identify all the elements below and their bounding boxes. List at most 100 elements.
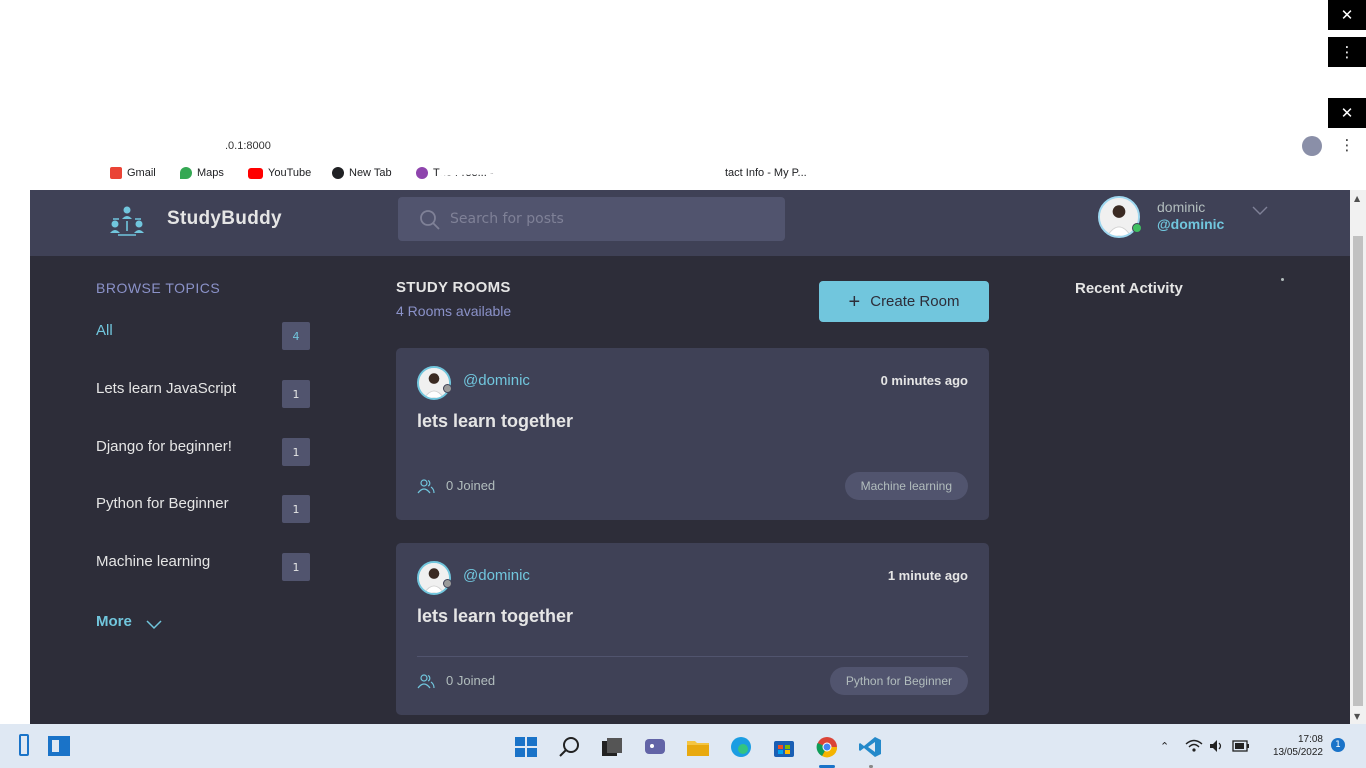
tablet-mode-icon[interactable] [19,734,29,756]
windows-taskbar: ⌃ 17:08 13/05/2022 1 [0,724,1366,768]
activity-dot [1281,278,1284,281]
avatar-photo [419,563,449,593]
bookmark-contact[interactable]: tact Info - My P... [725,167,807,179]
chevron-down-icon[interactable] [146,618,162,630]
room-title[interactable]: lets learn together [417,411,573,432]
bookmark-label: New Tab [349,167,392,179]
topic-item-all[interactable]: All 4 [96,322,310,352]
close-window-button[interactable]: ✕ [1328,0,1366,30]
file-explorer-icon[interactable] [686,736,710,758]
scrollbar-thumb[interactable] [1353,236,1363,706]
rooms-available-count: 4 Rooms available [396,303,512,319]
avatar-photo [419,368,449,398]
chevron-down-icon[interactable] [1252,204,1268,216]
user-name[interactable]: dominic [1157,199,1205,215]
topic-count: 1 [282,495,310,523]
task-view-icon[interactable] [600,736,624,758]
globe-icon [332,167,344,179]
studybuddy-app: StudyBuddy dominic @dominic BROWSE TOPIC… [30,190,1350,724]
scroll-up-icon[interactable]: ▲ [1354,194,1360,203]
room-topic-tag[interactable]: Machine learning [844,472,968,500]
room-card[interactable]: @dominic 1 minute ago lets learn togethe… [396,543,989,715]
scrollbar[interactable]: ▲ ▼ [1350,190,1366,724]
bookmark-label: Maps [197,167,224,179]
browser-menu-icon[interactable]: ⋮ [1328,130,1366,160]
bookmark-maps[interactable]: Maps [180,167,224,179]
close-tab-button[interactable]: ✕ [1328,98,1366,128]
room-card[interactable]: @dominic 0 minutes ago lets learn togeth… [396,348,989,520]
show-hidden-icons-icon[interactable]: ⌃ [1160,740,1169,753]
topic-count: 1 [282,438,310,466]
room-topic-tag[interactable]: Python for Beginner [829,667,968,695]
clock[interactable]: 17:08 13/05/2022 [1265,733,1323,759]
host-avatar[interactable] [417,366,451,400]
bookmark-youtube[interactable]: YouTube [248,167,311,179]
status-dot [443,384,452,393]
recent-activity-title: Recent Activity [1075,280,1183,297]
edge-browser-icon[interactable] [729,736,753,758]
menu-icon[interactable]: ⋮ [1328,37,1366,67]
profile-avatar-icon[interactable] [1302,136,1322,156]
topic-item-python[interactable]: Python for Beginner 1 [96,495,310,525]
topic-count: 1 [282,380,310,408]
users-icon [417,479,435,494]
scroll-down-icon[interactable]: ▼ [1354,712,1360,721]
brand-name[interactable]: StudyBuddy [167,208,282,230]
topic-label: All [96,322,113,339]
bookmarks-bar: Gmail Maps YouTube New Tab The Free... -… [0,162,1366,188]
search-icon[interactable] [558,736,582,758]
room-host[interactable]: @dominic [463,567,530,584]
logo-icon[interactable] [108,205,146,239]
user-handle[interactable]: @dominic [1157,216,1224,232]
topic-label: Lets learn JavaScript [96,380,237,397]
topic-item-machine-learning[interactable]: Machine learning 1 [96,553,310,583]
study-rooms-title: STUDY ROOMS [396,279,511,296]
bookmark-new-tab[interactable]: New Tab [332,167,392,179]
gmail-icon [110,167,122,179]
url-fragment: .0.1:8000 [225,140,271,152]
wifi-icon[interactable] [1185,739,1203,753]
clock-time: 17:08 [1297,734,1323,745]
store-icon[interactable] [772,736,796,758]
maps-icon [180,167,192,179]
bookmark-label: Gmail [127,167,156,179]
page-gutter [0,190,30,724]
topic-item-django[interactable]: Django for beginner! 1 [96,438,310,468]
room-host[interactable]: @dominic [463,372,530,389]
battery-icon[interactable] [1232,740,1250,752]
chrome-icon[interactable] [815,736,839,758]
vscode-icon[interactable] [858,736,882,758]
room-joined-count: 0 Joined [446,673,496,688]
room-time: 1 minute ago [887,568,968,583]
teams-chat-icon[interactable] [643,736,667,758]
volume-icon[interactable] [1209,739,1225,753]
notification-badge[interactable]: 1 [1331,738,1345,752]
more-topics-link[interactable]: More [96,613,132,630]
room-title[interactable]: lets learn together [417,606,573,627]
browse-topics-title: BROWSE TOPICS [96,280,221,296]
topic-label: Django for beginner! [96,438,232,455]
online-status-dot [1132,223,1142,233]
bookmark-gmail[interactable]: Gmail [110,167,156,179]
site-icon [416,167,428,179]
bookmark-label: YouTube [268,167,312,179]
host-avatar[interactable] [417,561,451,595]
windows-start-icon[interactable] [514,736,538,758]
create-room-button[interactable]: + Create Room [819,281,989,322]
clock-date: 13/05/2022 [1272,747,1323,758]
topic-count: 4 [282,322,310,350]
plus-icon: + [848,290,861,313]
search-bar[interactable] [398,197,785,241]
bookmark-label: tact Info - My P... [725,167,807,179]
topic-label: Machine learning [96,553,211,570]
widgets-icon[interactable] [48,736,70,756]
browser-chrome: .0.1:8000 [0,0,1366,162]
topic-label: Python for Beginner [96,495,229,512]
search-icon [420,210,440,230]
youtube-icon [248,167,263,179]
room-time: 0 minutes ago [880,373,968,388]
search-input[interactable] [450,197,770,241]
app-header: StudyBuddy dominic @dominic [30,190,1350,256]
create-room-label: Create Room [870,293,960,310]
topic-item-javascript[interactable]: Lets learn JavaScript 1 [96,380,310,410]
